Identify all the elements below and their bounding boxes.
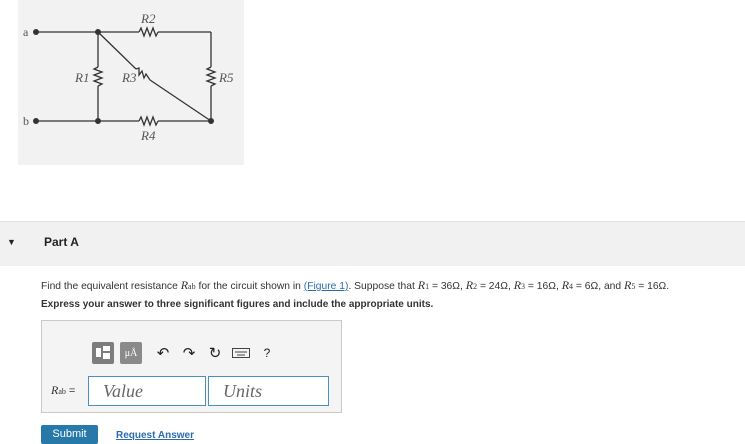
r2-label: R2: [140, 11, 156, 26]
templates-icon: [96, 346, 110, 359]
request-answer-link[interactable]: Request Answer: [116, 430, 194, 441]
submit-button[interactable]: Submit: [41, 425, 98, 444]
part-a-header[interactable]: ▼ Part A: [0, 221, 745, 266]
problem-statement: Find the equivalent resistance Rab for t…: [41, 278, 670, 292]
caret-down-icon[interactable]: ▼: [7, 237, 16, 247]
figure-link[interactable]: (Figure 1): [304, 281, 349, 292]
units-button[interactable]: μÅ: [120, 342, 142, 364]
node-a-label: a: [23, 25, 29, 39]
circuit-figure: a b R2 R1 R3 R5 R4: [18, 0, 244, 165]
r4-label: R4: [140, 128, 156, 143]
circuit-diagram: a b R2 R1 R3 R5 R4: [23, 11, 234, 143]
units-input[interactable]: Units: [208, 376, 329, 406]
reset-icon[interactable]: ↻: [204, 342, 226, 364]
templates-button[interactable]: [92, 342, 114, 364]
answer-panel: μÅ ↶ ↷ ↻ ? Rab = Value Units: [41, 320, 342, 413]
node-b-label: b: [23, 114, 29, 128]
math-toolbar: μÅ ↶ ↷ ↻ ?: [92, 342, 278, 364]
r5-label: R5: [218, 70, 234, 85]
part-title: Part A: [44, 235, 79, 249]
undo-icon[interactable]: ↶: [152, 342, 174, 364]
instructions: Express your answer to three significant…: [41, 299, 434, 310]
keyboard-icon[interactable]: [230, 342, 252, 364]
r3-label: R3: [121, 70, 137, 85]
redo-icon[interactable]: ↷: [178, 342, 200, 364]
answer-label: Rab =: [51, 383, 76, 397]
value-input[interactable]: Value: [88, 376, 206, 406]
help-icon[interactable]: ?: [256, 342, 278, 364]
r1-label: R1: [74, 70, 89, 85]
